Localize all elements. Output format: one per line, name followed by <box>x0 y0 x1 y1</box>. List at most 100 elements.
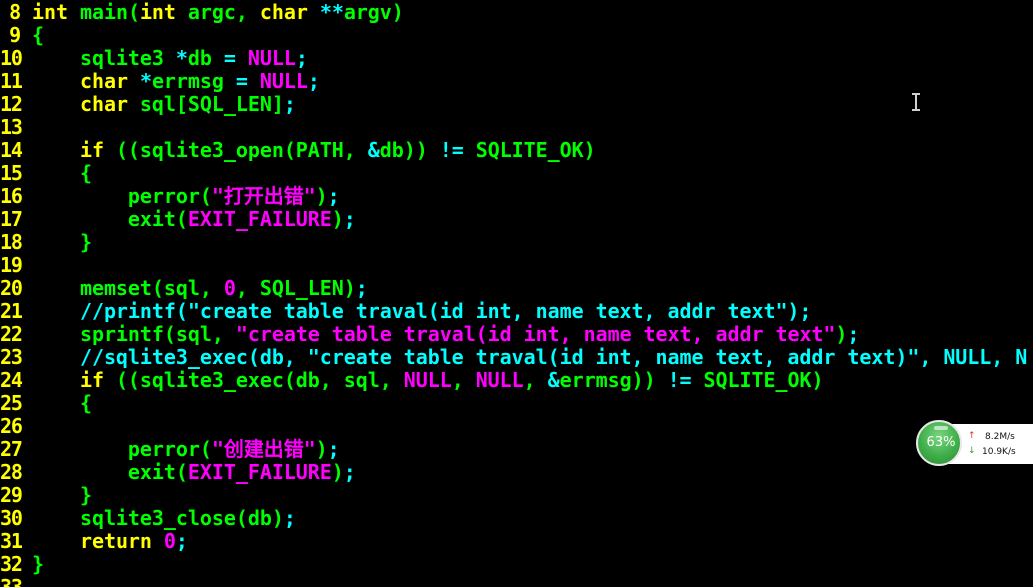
code-token: != <box>667 368 692 392</box>
code-token: ** <box>319 0 344 24</box>
code-token: main( <box>67 0 140 24</box>
download-speed: 10.9K/s <box>982 447 1016 457</box>
code-token: //printf("create table traval(id int, na… <box>32 299 812 323</box>
code-token: NULL <box>403 368 452 392</box>
code-text: exit(EXIT_FAILURE); <box>32 208 356 231</box>
code-token: ; <box>295 46 308 70</box>
text-cursor-icon <box>911 93 921 111</box>
code-token: perror( <box>32 437 212 461</box>
code-text: exit(EXIT_FAILURE); <box>32 461 356 484</box>
ball-highlight <box>934 426 948 430</box>
code-text: } <box>32 484 92 507</box>
code-text: sprintf(sql, "create table traval(id int… <box>32 322 860 346</box>
line-number: 10 <box>0 46 23 70</box>
code-text: perror("打开出错"); <box>32 185 340 208</box>
code-token: * <box>139 69 152 93</box>
code-text: perror("创建出错"); <box>32 438 340 461</box>
line-number: 15 <box>0 161 23 185</box>
code-token: { <box>32 391 92 415</box>
code-token: sprintf(sql, <box>32 322 236 346</box>
line-number: 33 <box>0 575 23 587</box>
code-text: if ((sqlite3_open(PATH, &db)) != SQLITE_… <box>32 139 596 162</box>
code-text: return 0; <box>32 530 188 553</box>
memory-usage-ball[interactable]: 63% <box>916 420 962 466</box>
code-token: SQLITE_OK) <box>463 138 596 162</box>
code-token: != <box>439 138 464 162</box>
download-arrow-icon: ↓ <box>968 446 976 456</box>
code-token: db)) <box>379 138 440 162</box>
code-token: ; <box>355 276 368 300</box>
code-token: ) <box>331 460 344 484</box>
code-text: //sqlite3_exec(db, "create table traval(… <box>32 346 1027 369</box>
code-token: ) <box>315 184 328 208</box>
code-text: { <box>32 392 92 415</box>
code-text: } <box>32 231 92 254</box>
line-number: 18 <box>0 230 23 254</box>
code-token: perror( <box>32 184 212 208</box>
code-token: = <box>235 69 248 93</box>
line-number: 9 <box>9 23 21 47</box>
code-token: ; <box>847 322 860 346</box>
code-token: "打开出错" <box>211 184 316 208</box>
code-text: char sql[SQL_LEN]; <box>32 93 296 116</box>
code-token: NULL <box>247 46 296 70</box>
code-token: 0 <box>223 276 236 300</box>
code-text: if ((sqlite3_exec(db, sql, NULL, NULL, &… <box>32 368 824 392</box>
code-token: , <box>523 368 548 392</box>
network-monitor-widget[interactable]: ↑ 8.2M/s ↓ 10.9K/s + 63% <box>916 420 1033 468</box>
code-editor[interactable]: 8 int main(int argc, char **argv) 9{10 sql… <box>0 0 1033 587</box>
line-number: 20 <box>0 276 23 300</box>
code-token: exit( <box>32 460 188 484</box>
line-number: 19 <box>0 253 23 277</box>
code-token: char <box>79 69 128 93</box>
code-text: sqlite3 *db = NULL; <box>32 47 308 70</box>
line-number: 17 <box>0 207 23 231</box>
code-token: , <box>451 368 476 392</box>
line-number: 21 <box>0 299 23 323</box>
code-token: argc, <box>175 0 260 24</box>
line-number: 32 <box>0 552 23 576</box>
code-token: ) <box>331 207 344 231</box>
code-token: SQLITE_OK) <box>691 368 824 392</box>
line-number: 22 <box>0 322 23 346</box>
code-token: NULL <box>475 368 524 392</box>
code-text: char *errmsg = NULL; <box>32 70 320 93</box>
code-token: ; <box>343 460 356 484</box>
code-token: exit( <box>32 207 188 231</box>
code-token: { <box>32 161 92 185</box>
code-text: //printf("create table traval(id int, na… <box>32 299 812 323</box>
code-token: ; <box>343 207 356 231</box>
code-token: sqlite3_close(db) <box>32 506 284 530</box>
line-number: 16 <box>0 184 23 208</box>
code-token: if <box>79 138 104 162</box>
memory-percent: 63% <box>926 435 956 450</box>
code-token: } <box>32 230 92 254</box>
line-number: 11 <box>0 69 23 93</box>
line-number: 28 <box>0 460 23 484</box>
line-number: 26 <box>0 414 23 438</box>
code-token: sql[SQL_LEN] <box>127 92 284 116</box>
code-token: ; <box>327 437 340 461</box>
line-number: 31 <box>0 529 23 553</box>
code-text: { <box>32 162 92 185</box>
code-token: ) <box>835 322 848 346</box>
code-token: memset(sql, <box>32 276 224 300</box>
line-number: 13 <box>0 115 23 139</box>
line-number: 25 <box>0 391 23 415</box>
code-token: char <box>259 0 308 24</box>
line-number: 29 <box>0 483 23 507</box>
code-token: db <box>187 46 224 70</box>
code-token: ; <box>283 92 296 116</box>
code-token: errmsg <box>151 69 236 93</box>
code-text: } <box>32 553 44 576</box>
code-token: int <box>32 0 68 24</box>
code-token: errmsg)) <box>559 368 668 392</box>
code-token: int <box>139 0 176 24</box>
code-token: sqlite3 <box>32 46 176 70</box>
